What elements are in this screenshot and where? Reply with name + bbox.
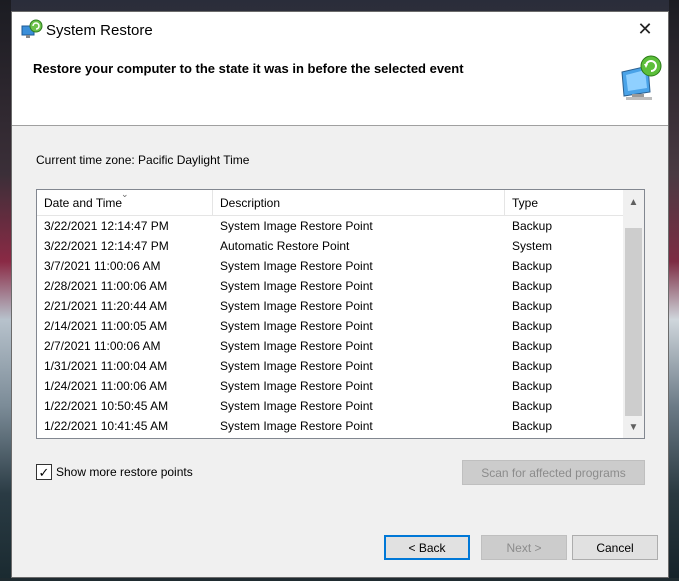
cell-date-time: 2/21/2021 11:20:44 AM — [44, 299, 168, 313]
system-restore-icon — [21, 19, 43, 38]
next-button[interactable]: Next > — [481, 535, 567, 560]
show-more-restore-points-label[interactable]: Show more restore points — [56, 465, 193, 479]
cell-type: System — [512, 239, 553, 253]
cell-type: Backup — [512, 279, 553, 293]
chevron-down-icon: ▼ — [628, 422, 639, 433]
cell-description: System Image Restore Point — [220, 419, 373, 433]
table-row[interactable]: 1/22/2021 10:50:45 AM System Image Resto… — [37, 396, 623, 416]
vertical-scrollbar[interactable]: ▲ ▼ — [623, 190, 644, 438]
cell-date-time: 1/22/2021 10:41:45 AM — [44, 419, 169, 433]
system-restore-window: System Restore ✕ Restore your computer t… — [11, 11, 669, 578]
show-more-restore-points-option[interactable]: ✓ Show more restore points — [36, 463, 193, 481]
cell-type: Backup — [512, 319, 553, 333]
desktop-background-left — [0, 0, 11, 581]
wizard-header: Restore your computer to the state it wa… — [12, 50, 668, 126]
table-row[interactable]: 3/22/2021 12:14:47 PM Automatic Restore … — [37, 236, 623, 256]
system-restore-large-icon — [621, 55, 662, 100]
cell-description: System Image Restore Point — [220, 279, 373, 293]
table-row[interactable]: 3/22/2021 12:14:47 PM System Image Resto… — [37, 216, 623, 236]
cell-description: System Image Restore Point — [220, 319, 373, 333]
scroll-down-button[interactable]: ▼ — [623, 419, 644, 436]
table-row[interactable]: 2/28/2021 11:00:06 AM System Image Resto… — [37, 276, 623, 296]
list-rows: 3/22/2021 12:14:47 PM System Image Resto… — [37, 216, 623, 436]
cell-description: System Image Restore Point — [220, 339, 373, 353]
column-header-label: Type — [512, 196, 539, 210]
cancel-button[interactable]: Cancel — [572, 535, 658, 560]
restore-points-list[interactable]: ⌄ Date and Time Description Type 3/22/20… — [36, 189, 645, 439]
chevron-up-icon: ▲ — [628, 197, 639, 208]
cell-type: Backup — [512, 339, 553, 353]
current-timezone-label: Current time zone: Pacific Daylight Time — [36, 153, 250, 167]
title-bar[interactable]: System Restore ✕ — [12, 12, 668, 50]
cell-description: Automatic Restore Point — [220, 239, 350, 253]
cell-date-time: 2/14/2021 11:00:05 AM — [44, 319, 168, 333]
scroll-up-button[interactable]: ▲ — [623, 194, 644, 211]
cell-date-time: 1/22/2021 10:50:45 AM — [44, 399, 169, 413]
cell-date-time: 2/28/2021 11:00:06 AM — [44, 279, 168, 293]
table-row[interactable]: 2/21/2021 11:20:44 AM System Image Resto… — [37, 296, 623, 316]
table-row[interactable]: 2/14/2021 11:00:05 AM System Image Resto… — [37, 316, 623, 336]
cell-description: System Image Restore Point — [220, 379, 373, 393]
window-title: System Restore — [46, 22, 153, 39]
header-title: Restore your computer to the state it wa… — [33, 61, 464, 76]
checkmark-icon: ✓ — [38, 464, 50, 480]
cell-date-time: 3/22/2021 12:14:47 PM — [44, 239, 169, 253]
cell-type: Backup — [512, 419, 553, 433]
column-header-description[interactable]: Description — [213, 190, 505, 216]
table-row[interactable]: 2/7/2021 11:00:06 AM System Image Restor… — [37, 336, 623, 356]
cell-description: System Image Restore Point — [220, 299, 373, 313]
close-icon: ✕ — [637, 18, 653, 39]
table-row[interactable]: 1/24/2021 11:00:06 AM System Image Resto… — [37, 376, 623, 396]
column-header-label: Description — [220, 196, 281, 210]
cell-date-time: 3/22/2021 12:14:47 PM — [44, 219, 169, 233]
sort-descending-icon: ⌄ — [121, 189, 129, 199]
column-header-type[interactable]: Type — [505, 190, 623, 216]
column-header-date-time[interactable]: ⌄ Date and Time — [37, 190, 213, 216]
cell-description: System Image Restore Point — [220, 359, 373, 373]
cell-type: Backup — [512, 379, 553, 393]
cell-date-time: 1/31/2021 11:00:04 AM — [44, 359, 168, 373]
scroll-thumb[interactable] — [625, 228, 642, 416]
table-row[interactable]: 3/7/2021 11:00:06 AM System Image Restor… — [37, 256, 623, 276]
cell-date-time: 2/7/2021 11:00:06 AM — [44, 339, 161, 353]
cell-description: System Image Restore Point — [220, 399, 373, 413]
cell-type: Backup — [512, 259, 553, 273]
back-button[interactable]: < Back — [384, 535, 470, 560]
list-header: ⌄ Date and Time Description Type — [37, 190, 623, 216]
cell-type: Backup — [512, 219, 553, 233]
cell-date-time: 3/7/2021 11:00:06 AM — [44, 259, 161, 273]
show-more-restore-points-checkbox[interactable]: ✓ — [36, 464, 52, 480]
column-header-label: Date and Time — [44, 196, 123, 210]
cell-type: Backup — [512, 359, 553, 373]
close-button[interactable]: ✕ — [622, 12, 668, 46]
desktop-background-right — [669, 0, 679, 581]
cell-type: Backup — [512, 399, 553, 413]
cell-description: System Image Restore Point — [220, 219, 373, 233]
table-row[interactable]: 1/31/2021 11:00:04 AM System Image Resto… — [37, 356, 623, 376]
scan-affected-programs-button[interactable]: Scan for affected programs — [462, 460, 645, 485]
table-row[interactable]: 1/22/2021 10:41:45 AM System Image Resto… — [37, 416, 623, 436]
cell-description: System Image Restore Point — [220, 259, 373, 273]
cell-date-time: 1/24/2021 11:00:06 AM — [44, 379, 168, 393]
cell-type: Backup — [512, 299, 553, 313]
